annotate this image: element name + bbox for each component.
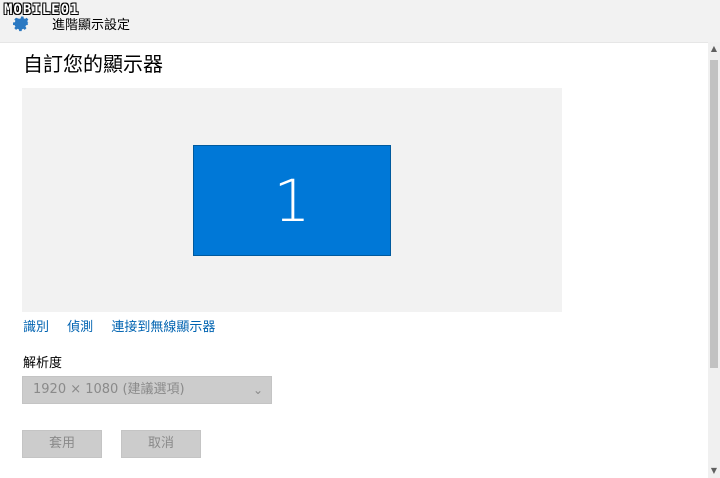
chevron-down-icon: ⌄: [252, 383, 263, 397]
detect-link[interactable]: 偵測: [67, 320, 93, 335]
scroll-down-icon[interactable]: ▼: [708, 464, 720, 478]
window-title: 進階顯示設定: [52, 18, 131, 33]
title-bar: MOBILE01 進階顯示設定: [0, 0, 720, 43]
monitor-1-tile[interactable]: 1: [193, 145, 391, 256]
connect-wireless-display-link[interactable]: 連接到無線顯示器: [111, 320, 215, 335]
page-title: 自訂您的顯示器: [23, 52, 163, 76]
resolution-select[interactable]: 1920 × 1080 (建議選項) ⌄: [22, 376, 272, 404]
resolution-label: 解析度: [23, 356, 63, 371]
vertical-scrollbar[interactable]: ▲ ▼: [708, 42, 720, 478]
scroll-thumb[interactable]: [710, 60, 718, 368]
resolution-value: 1920 × 1080 (建議選項): [33, 382, 185, 397]
display-arrangement-area: 1: [22, 88, 562, 312]
identify-link[interactable]: 識別: [23, 320, 49, 335]
display-actions: 識別 偵測 連接到無線顯示器: [23, 316, 229, 335]
scroll-up-icon[interactable]: ▲: [708, 42, 720, 56]
cancel-button[interactable]: 取消: [121, 430, 201, 458]
apply-button[interactable]: 套用: [22, 430, 102, 458]
